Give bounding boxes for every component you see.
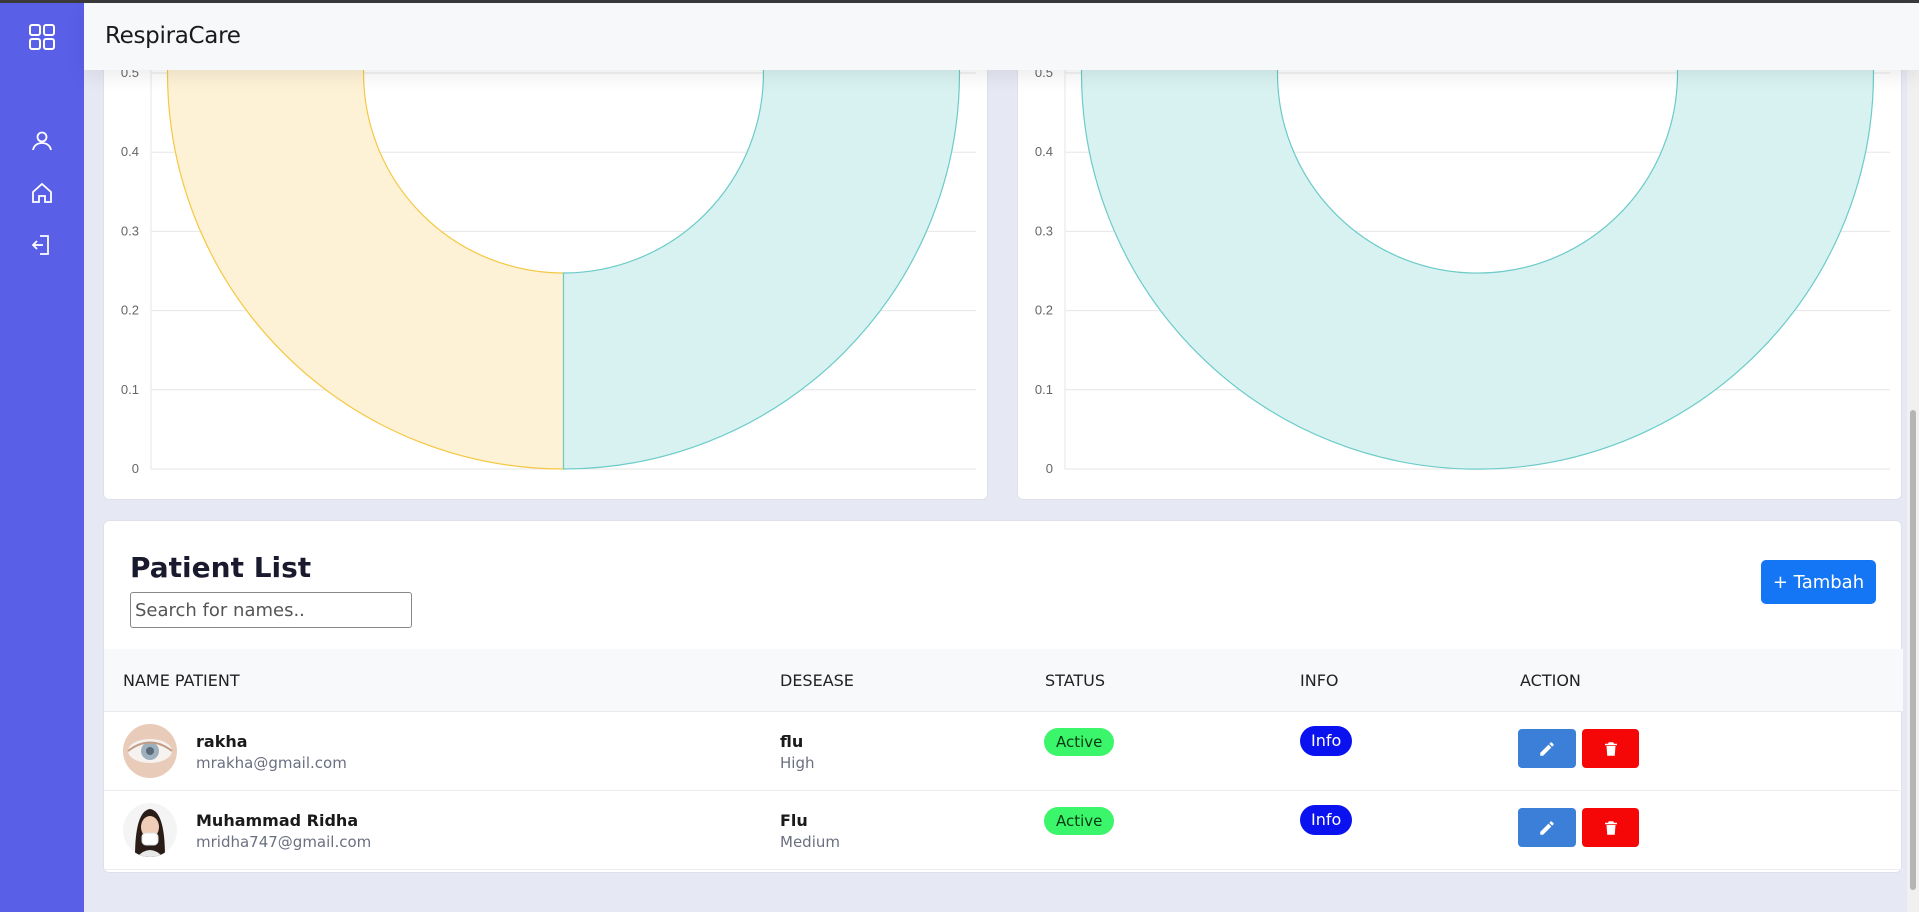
status-badge: Active [1044,807,1115,835]
add-patient-button[interactable]: + Tambah [1761,560,1876,604]
chart-card-left: 0 0.1 0.2 0.3 0.4 0.5 [103,30,988,500]
user-icon[interactable] [28,127,56,155]
pencil-icon [1540,820,1554,835]
sidebar [0,3,84,912]
y-tick-label: 0.3 [1035,223,1053,238]
patient-list-title: Patient List [130,551,312,584]
patient-name: Muhammad Ridha [196,811,359,830]
column-header-name: NAME PATIENT [123,671,240,690]
doughnut-slice[interactable] [166,31,565,470]
trash-icon [1604,820,1617,835]
y-tick-label: 0 [132,461,139,476]
avatar [123,724,177,778]
page-scrollbar[interactable] [1907,70,1919,912]
table-row: rakha mrakha@gmail.com flu High Active I… [104,712,1903,791]
y-tick-label: 0.4 [1035,144,1053,159]
y-tick-label: 0.1 [1035,382,1053,397]
logout-icon[interactable] [28,231,56,259]
patient-email: mrakha@gmail.com [196,754,347,772]
grid-icon[interactable] [28,23,56,51]
delete-button[interactable] [1582,729,1639,768]
search-input[interactable] [130,592,412,628]
info-button[interactable]: Info [1300,726,1353,756]
doughnut-chart-right: 00.10.20.30.40.5 [1035,31,1890,476]
y-tick-label: 0.1 [121,382,139,397]
patient-email: mridha747@gmail.com [196,833,372,851]
app-title: RespiraCare [105,23,241,49]
y-tick-label: 0.2 [1035,303,1053,318]
column-header-disease: DESEASE [780,671,854,690]
home-icon[interactable] [28,179,56,207]
column-header-status: STATUS [1045,671,1106,690]
scrollbar-thumb[interactable] [1910,410,1916,890]
edit-button[interactable] [1518,729,1576,768]
trash-icon [1604,741,1617,756]
delete-button[interactable] [1582,808,1639,847]
disease-level: High [780,754,815,772]
doughnut-chart-left: 00.10.20.30.40.5 [121,31,976,476]
chart-card-right: 0 0.1 0.2 0.3 0.4 0.5 [1017,30,1902,500]
top-header: RespiraCare [84,3,1919,70]
pencil-icon [1540,741,1554,756]
y-tick-label: 0.4 [121,144,139,159]
disease-name: Flu [780,811,808,830]
y-tick-label: 0 [1046,461,1053,476]
column-header-action: ACTION [1520,671,1581,690]
disease-name: flu [780,732,804,751]
column-header-info: INFO [1300,671,1339,690]
edit-button[interactable] [1518,808,1576,847]
table-header: NAME PATIENT DESEASE STATUS INFO ACTION [104,649,1903,712]
table-row: Muhammad Ridha mridha747@gmail.com Flu M… [104,791,1903,870]
status-badge: Active [1044,728,1115,756]
y-tick-label: 0.3 [121,223,139,238]
avatar [123,803,177,857]
doughnut-slice[interactable] [562,31,961,470]
info-button[interactable]: Info [1300,805,1353,835]
doughnut-slice[interactable] [1080,31,1875,470]
patient-name: rakha [196,732,248,751]
patient-list-card: Patient List + Tambah NAME PATIENT DESEA… [103,520,1903,873]
y-tick-label: 0.2 [121,303,139,318]
disease-level: Medium [780,833,840,851]
